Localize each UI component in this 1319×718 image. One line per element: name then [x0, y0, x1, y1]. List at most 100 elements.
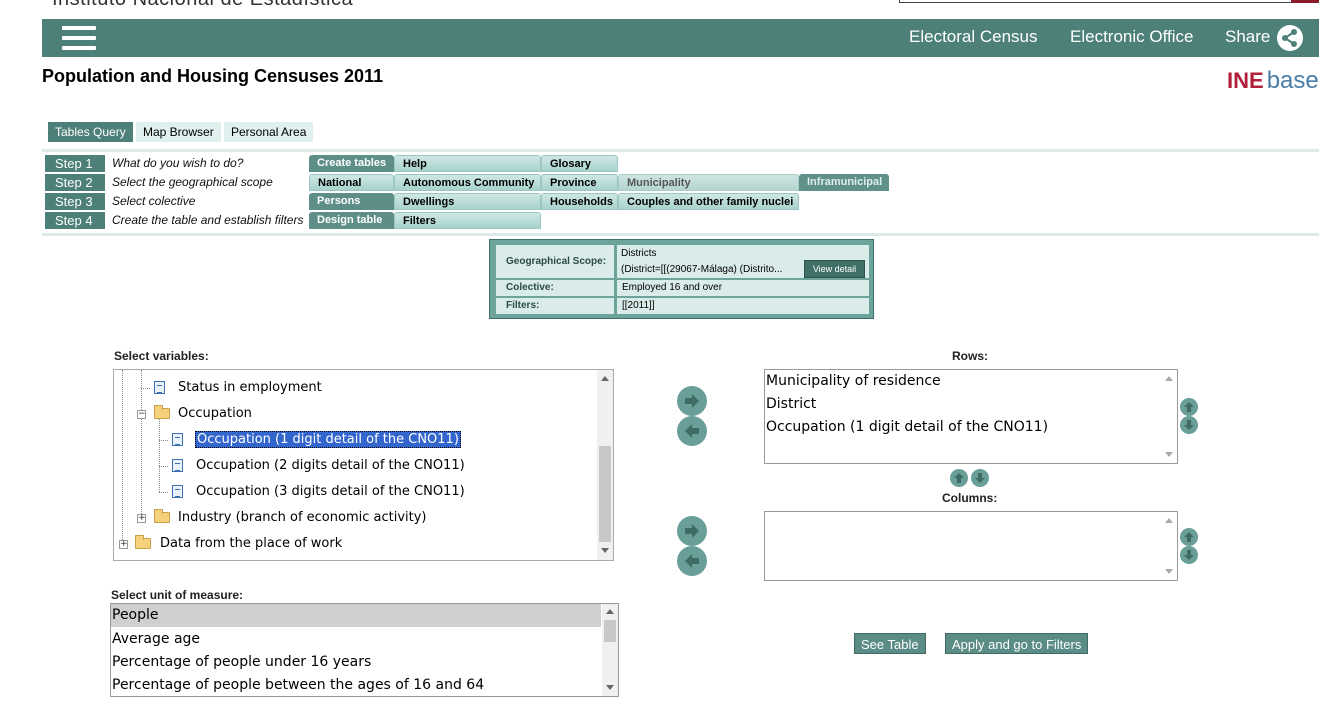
tree-line — [122, 370, 123, 548]
tab-national[interactable]: National — [309, 174, 394, 191]
inebase-logo[interactable]: INE base — [1227, 67, 1319, 95]
unit-of-measure-list[interactable]: People Average age Percentage of people … — [110, 603, 619, 697]
document-icon — [154, 381, 165, 394]
list-item[interactable]: District — [766, 396, 816, 412]
add-to-rows-button[interactable] — [677, 386, 707, 416]
arrow-down-icon — [1184, 550, 1194, 560]
scroll-up-icon[interactable] — [1165, 376, 1173, 381]
list-item[interactable]: Occupation (1 digit detail of the CNO11) — [766, 419, 1048, 435]
swap-down-button[interactable] — [971, 469, 989, 487]
remove-from-columns-button[interactable] — [677, 546, 707, 576]
tree-item-place-of-work[interactable]: Data from the place of work — [160, 536, 342, 551]
scroll-thumb[interactable] — [599, 446, 611, 542]
tab-help[interactable]: Help — [394, 155, 541, 172]
tab-glosary[interactable]: Glosary — [541, 155, 618, 172]
tree-item-occupation-2-digits[interactable]: Occupation (2 digits detail of the CNO11… — [196, 458, 465, 473]
colective-value: Employed 16 and over — [617, 280, 869, 296]
document-icon — [172, 485, 183, 498]
tab-inframunicipal[interactable]: Inframunicipal — [799, 174, 889, 191]
tab-persons[interactable]: Persons — [309, 193, 394, 210]
step-2-desc: Select the geographical scope — [112, 175, 273, 189]
move-column-up-button[interactable] — [1180, 528, 1198, 546]
site-name: Instituto Nacional de Estadística — [52, 0, 353, 11]
list-item[interactable]: Percentage of people between the ages of… — [112, 677, 484, 693]
electoral-census-link[interactable]: Electoral Census — [909, 27, 1038, 47]
geo-scope-value: Districts (District=[[(29067-Málaga) (Di… — [617, 245, 869, 278]
collapse-icon[interactable]: − — [137, 410, 146, 419]
tree-item-industry[interactable]: Industry (branch of economic activity) — [178, 510, 427, 525]
step-4-label: Step 4 — [45, 212, 105, 229]
tree-item-status-in-employment[interactable]: Status in employment — [178, 380, 322, 395]
scroll-thumb[interactable] — [604, 620, 616, 642]
rows-list[interactable]: Municipality of residence District Occup… — [764, 369, 1178, 464]
scroll-up-icon[interactable] — [1165, 518, 1173, 523]
scrollbar[interactable] — [602, 604, 618, 696]
document-icon — [172, 433, 183, 446]
tree-line — [159, 492, 168, 493]
geo-scope-value-line1: Districts — [621, 248, 657, 259]
share-icon[interactable] — [1277, 25, 1303, 51]
columns-label: Columns: — [942, 491, 998, 505]
divider — [42, 149, 1319, 152]
scrollbar[interactable] — [597, 370, 613, 560]
move-row-up-button[interactable] — [1180, 398, 1198, 416]
logo-base: base — [1266, 67, 1319, 94]
folder-icon — [135, 535, 151, 549]
scroll-down-icon[interactable] — [1165, 569, 1173, 574]
variables-tree[interactable]: Status in employment − Occupation Occupa… — [113, 369, 614, 561]
arrow-down-icon — [1184, 420, 1194, 430]
arrow-right-icon — [685, 394, 699, 408]
selection-summary: Geographical Scope: Districts (District=… — [489, 239, 874, 319]
unit-of-measure-label: Select unit of measure: — [111, 588, 244, 602]
tab-dwellings[interactable]: Dwellings — [394, 193, 541, 210]
move-row-down-button[interactable] — [1180, 416, 1198, 434]
search-button[interactable] — [1291, 0, 1319, 3]
tree-line — [159, 440, 168, 441]
scroll-down-icon[interactable] — [1165, 452, 1173, 457]
tree-item-occupation-1-digit[interactable]: Occupation (1 digit detail of the CNO11) — [195, 431, 461, 448]
tree-line — [141, 388, 150, 389]
tree-line — [141, 370, 142, 410]
scroll-up-icon[interactable] — [606, 609, 614, 614]
expand-icon[interactable]: + — [137, 514, 146, 523]
tab-municipality[interactable]: Municipality — [618, 174, 799, 191]
arrow-down-icon — [975, 473, 985, 483]
expand-icon[interactable]: + — [119, 540, 128, 549]
step-3-desc: Select colective — [112, 194, 196, 208]
tab-map-browser[interactable]: Map Browser — [136, 122, 221, 142]
add-to-columns-button[interactable] — [677, 516, 707, 546]
search-input[interactable] — [899, 0, 1293, 3]
move-column-down-button[interactable] — [1180, 546, 1198, 564]
remove-from-rows-button[interactable] — [677, 416, 707, 446]
arrow-right-icon — [685, 524, 699, 538]
see-table-button[interactable]: See Table — [854, 633, 926, 654]
arrow-left-icon — [685, 424, 699, 438]
tab-households[interactable]: Households — [541, 193, 618, 210]
share-link[interactable]: Share — [1225, 27, 1270, 47]
tab-personal-area[interactable]: Personal Area — [224, 122, 314, 142]
list-item[interactable]: Municipality of residence — [766, 373, 941, 389]
scroll-down-icon[interactable] — [601, 548, 609, 553]
tab-create-tables[interactable]: Create tables — [309, 155, 394, 172]
tab-tables-query[interactable]: Tables Query — [48, 122, 133, 142]
list-item[interactable]: Percentage of people under 16 years — [112, 654, 371, 670]
page-title: Population and Housing Censuses 2011 — [42, 66, 384, 86]
swap-up-button[interactable] — [950, 469, 968, 487]
apply-and-go-to-filters-button[interactable]: Apply and go to Filters — [945, 633, 1089, 654]
tree-item-occupation-3-digits[interactable]: Occupation (3 digits detail of the CNO11… — [196, 484, 465, 499]
list-item[interactable]: People — [112, 607, 159, 623]
scroll-down-icon[interactable] — [606, 685, 614, 690]
tab-filters[interactable]: Filters — [394, 212, 541, 229]
tree-item-occupation[interactable]: Occupation — [178, 406, 252, 421]
tab-province[interactable]: Province — [541, 174, 618, 191]
colective-label: Colective: — [496, 280, 614, 296]
list-item[interactable]: Average age — [112, 631, 200, 647]
tab-design-table[interactable]: Design table — [309, 212, 394, 229]
menu-icon[interactable] — [62, 26, 96, 50]
columns-list[interactable] — [764, 511, 1178, 581]
view-detail-button[interactable]: View detail — [804, 260, 865, 278]
scroll-up-icon[interactable] — [601, 376, 609, 381]
tab-couples-family-nuclei[interactable]: Couples and other family nuclei — [618, 193, 799, 210]
tab-autonomous-community[interactable]: Autonomous Community — [394, 174, 541, 191]
electronic-office-link[interactable]: Electronic Office — [1070, 27, 1193, 47]
